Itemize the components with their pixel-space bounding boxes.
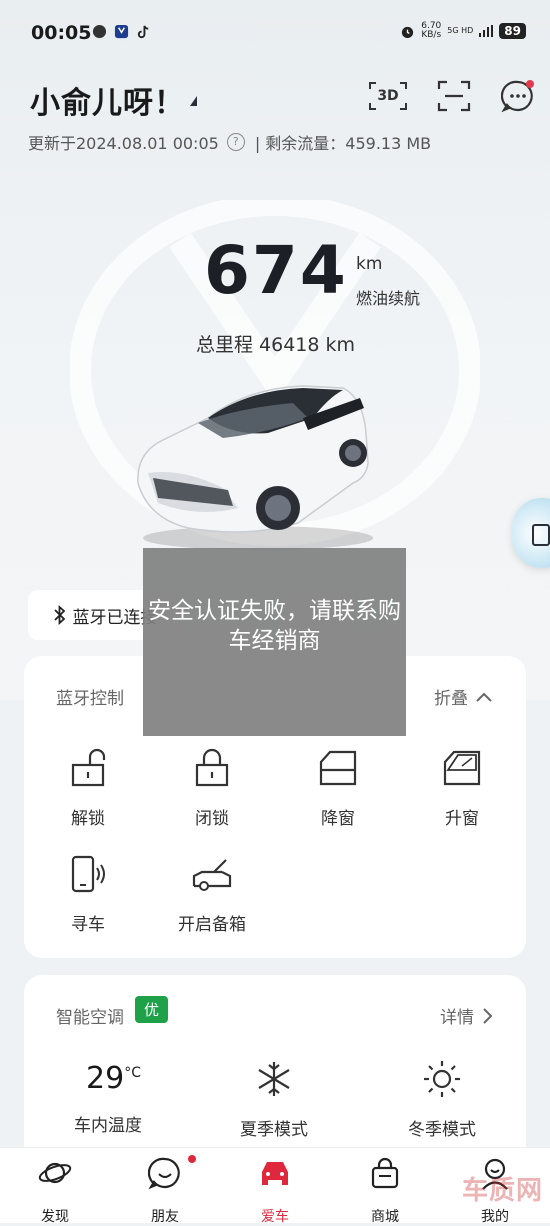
find-car-icon bbox=[71, 855, 105, 893]
brand-app-icon bbox=[114, 24, 129, 39]
nav-discover-label: 发现 bbox=[41, 1209, 69, 1225]
vehicle-switch-caret-icon[interactable] bbox=[190, 96, 197, 106]
fuel-range-label: 燃油续航 bbox=[356, 289, 421, 308]
collapse-button[interactable]: 折叠 bbox=[434, 684, 492, 709]
friends-unread-dot bbox=[188, 1155, 196, 1163]
summer-mode-button[interactable]: 夏季模式 bbox=[224, 1059, 324, 1140]
nav-shop-label: 商城 bbox=[371, 1209, 399, 1225]
window-down-label: 降窗 bbox=[321, 809, 355, 829]
cabin-temperature-value: 29 bbox=[86, 1061, 125, 1096]
status-right: 6.70 KB/s 5G HD 89 bbox=[400, 22, 526, 40]
trunk-icon bbox=[192, 859, 232, 891]
planet-icon bbox=[38, 1162, 72, 1184]
3d-frame-icon bbox=[369, 82, 407, 110]
cabin-temperature: 29°C bbox=[86, 1061, 141, 1096]
error-toast: 安全认证失败，请联系购车经销商 bbox=[143, 548, 406, 736]
winter-mode-label: 冬季模式 bbox=[408, 1120, 476, 1140]
update-time: 更新于2024.08.01 00:05 bbox=[28, 134, 219, 153]
signal-indicator: 5G HD bbox=[447, 26, 474, 35]
chat-icon bbox=[147, 1157, 180, 1190]
collapse-label: 折叠 bbox=[434, 689, 468, 709]
shop-icon bbox=[371, 1157, 399, 1189]
app-notification-icon bbox=[92, 24, 107, 39]
open-trunk-label: 开启备箱 bbox=[178, 915, 246, 935]
chevron-up-icon bbox=[476, 692, 492, 702]
lock-button[interactable]: 闭锁 bbox=[162, 748, 262, 829]
window-down-button[interactable]: 降窗 bbox=[288, 748, 388, 829]
nav-friends[interactable]: 朋友 bbox=[130, 1156, 200, 1226]
nav-profile-label: 我的 bbox=[481, 1209, 509, 1225]
lock-label: 闭锁 bbox=[195, 809, 229, 829]
car-icon bbox=[262, 1162, 288, 1185]
status-time: 00:05 bbox=[31, 22, 92, 44]
scan-button[interactable] bbox=[434, 78, 474, 114]
nav-my-car[interactable]: 爱车 bbox=[240, 1156, 310, 1226]
find-car-button[interactable]: 寻车 bbox=[38, 854, 138, 935]
cabin-temperature-unit: °C bbox=[124, 1065, 141, 1081]
find-car-label: 寻车 bbox=[71, 915, 105, 935]
net-speed-unit: KB/s bbox=[421, 30, 442, 40]
lock-icon bbox=[195, 748, 229, 787]
odometer: 总里程 46418 km bbox=[196, 334, 356, 356]
message-unread-dot bbox=[526, 80, 534, 88]
window-up-button[interactable]: 升窗 bbox=[412, 748, 512, 829]
status-notification-icons bbox=[92, 24, 151, 39]
snowflake-icon bbox=[258, 1062, 290, 1096]
nav-friends-label: 朋友 bbox=[151, 1209, 179, 1225]
unlock-button[interactable]: 解锁 bbox=[38, 748, 138, 829]
nav-shop[interactable]: 商城 bbox=[350, 1156, 420, 1226]
smart-ac-title: 智能空调 bbox=[56, 1008, 124, 1028]
unlock-icon bbox=[71, 748, 106, 787]
window-down-icon bbox=[319, 750, 357, 786]
message-button[interactable] bbox=[498, 78, 538, 114]
battery-indicator: 89 bbox=[499, 23, 526, 39]
window-up-icon bbox=[443, 750, 481, 786]
unlock-label: 解锁 bbox=[71, 809, 105, 829]
remaining-data: | 剩余流量：459.13 MB bbox=[254, 134, 432, 153]
scan-icon bbox=[437, 80, 471, 112]
cabin-temperature-label-wrap: 车内温度 bbox=[58, 1111, 158, 1136]
alarm-icon bbox=[402, 26, 414, 38]
vehicle-name[interactable]: 小俞儿呀！ bbox=[30, 78, 185, 122]
ac-details-label: 详情 bbox=[440, 1008, 474, 1028]
nav-my-car-label: 爱车 bbox=[261, 1209, 289, 1225]
ac-details-button[interactable]: 详情 bbox=[440, 1003, 492, 1028]
phone-key-icon bbox=[532, 524, 550, 546]
winter-mode-button[interactable]: 冬季模式 bbox=[392, 1059, 492, 1140]
fuel-range-unit: km bbox=[356, 254, 383, 274]
watermark: 车质网 bbox=[462, 1176, 544, 1206]
car-image[interactable] bbox=[128, 378, 378, 553]
bluetooth-icon bbox=[53, 605, 65, 625]
view-3d-button[interactable]: 3D bbox=[368, 78, 408, 114]
smart-ac-card: 智能空调 优 详情 29°C 车内温度 夏季模式 冬季模式 bbox=[24, 975, 526, 1175]
network-speed: 6.70 KB/s bbox=[421, 22, 441, 40]
open-trunk-button[interactable]: 开启备箱 bbox=[162, 854, 262, 935]
sun-icon bbox=[424, 1061, 460, 1097]
air-quality-badge: 优 bbox=[135, 996, 169, 1023]
window-up-label: 升窗 bbox=[445, 809, 479, 829]
update-info: 更新于2024.08.01 00:05 ? | 剩余流量：459.13 MB bbox=[28, 130, 431, 154]
nav-discover[interactable]: 发现 bbox=[20, 1156, 90, 1226]
status-bar: 00:05 6.70 KB/s 5G HD 89 bbox=[0, 0, 550, 64]
tiktok-icon bbox=[137, 25, 149, 39]
summer-mode-label: 夏季模式 bbox=[240, 1120, 308, 1140]
fuel-range-value: 674 bbox=[204, 232, 348, 309]
error-toast-message: 安全认证失败，请联系购车经销商 bbox=[148, 598, 401, 654]
signal-bars-icon bbox=[479, 25, 494, 37]
chevron-right-icon bbox=[483, 1007, 492, 1024]
bluetooth-control-title: 蓝牙控制 bbox=[56, 689, 124, 709]
help-icon[interactable]: ? bbox=[226, 133, 245, 151]
cabin-temperature-label: 车内温度 bbox=[74, 1116, 142, 1136]
